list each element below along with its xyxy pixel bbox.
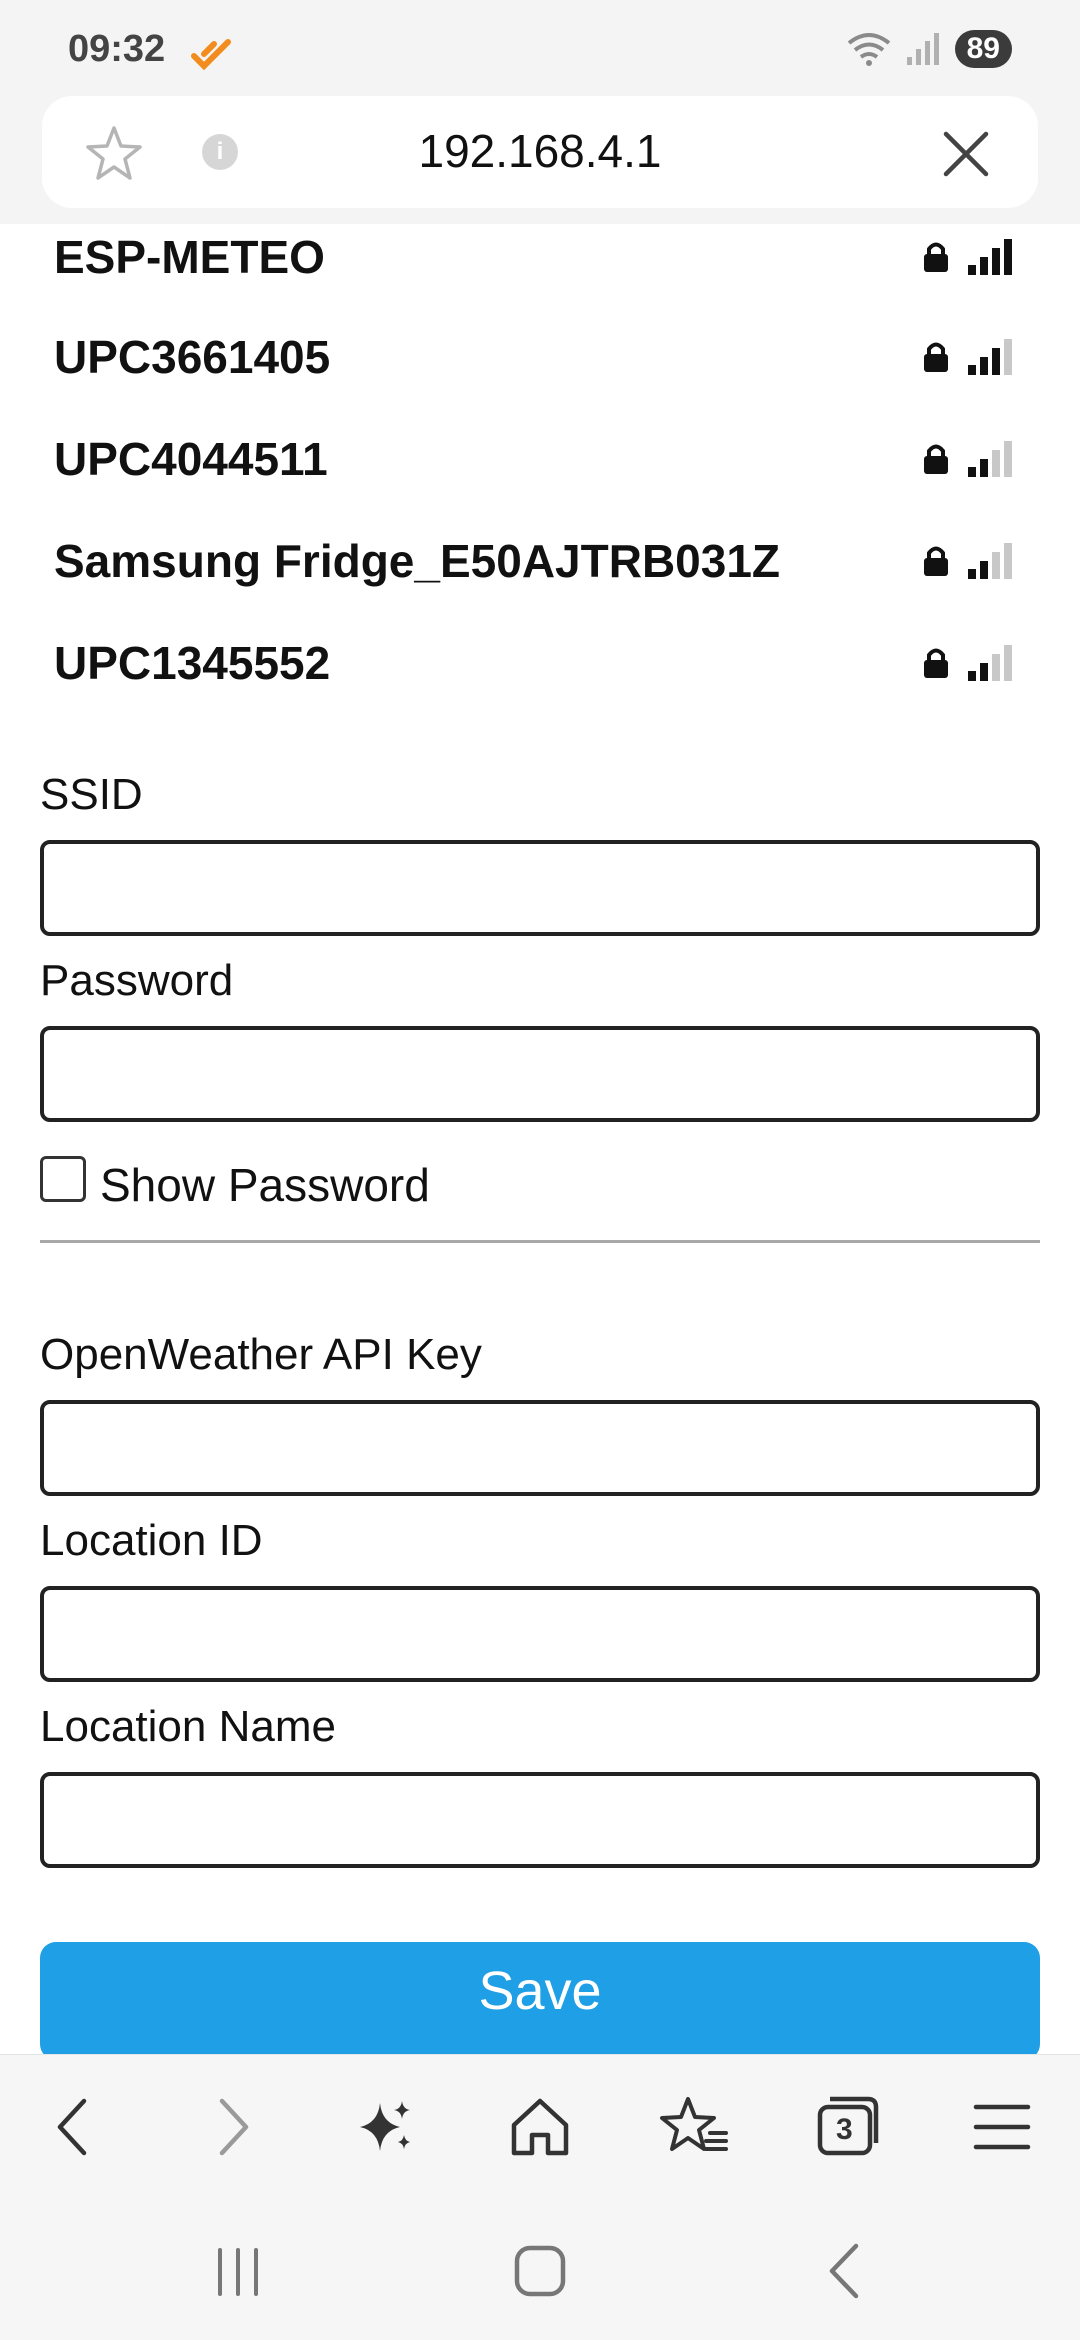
network-row[interactable]: UPC4044511 xyxy=(54,414,1014,504)
ssid-label: SSID xyxy=(40,770,143,819)
status-time: 09:32 xyxy=(68,28,166,70)
signal-icon xyxy=(906,33,939,65)
back-icon[interactable] xyxy=(804,2236,884,2306)
network-ssid: Samsung Fridge_E50AJTRB031Z xyxy=(54,535,781,587)
signal-strength-icon xyxy=(968,543,1012,579)
location-id-input[interactable] xyxy=(40,1586,1040,1682)
network-row[interactable]: ESP-METEO xyxy=(54,212,1014,302)
show-password-label[interactable]: Show Password xyxy=(100,1158,430,1212)
location-name-label: Location Name xyxy=(40,1702,336,1751)
tabs-count: 3 xyxy=(836,2113,853,2146)
signal-strength-icon xyxy=(968,441,1012,477)
lock-icon xyxy=(924,342,948,372)
battery-icon: 89 xyxy=(954,30,1012,68)
api-key-input[interactable] xyxy=(40,1400,1040,1496)
ssid-input[interactable] xyxy=(40,840,1040,936)
network-ssid: ESP-METEO xyxy=(54,231,325,283)
location-id-label: Location ID xyxy=(40,1516,263,1565)
network-ssid: UPC3661405 xyxy=(54,331,331,383)
signal-strength-icon xyxy=(968,239,1012,275)
network-ssid: UPC1345552 xyxy=(54,637,331,689)
recents-icon[interactable] xyxy=(198,2236,278,2306)
lock-icon xyxy=(924,444,948,474)
api-key-label: OpenWeather API Key xyxy=(40,1330,482,1379)
menu-icon[interactable] xyxy=(966,2091,1038,2163)
signal-strength-icon xyxy=(968,339,1012,375)
save-button[interactable]: Save xyxy=(40,1942,1040,2060)
system-navigation-bar xyxy=(0,2196,1080,2340)
home-icon[interactable] xyxy=(500,2236,580,2306)
password-input[interactable] xyxy=(40,1026,1040,1122)
browser-toolbar: 3 xyxy=(0,2054,1080,2197)
network-row[interactable]: UPC1345552 xyxy=(54,618,1014,708)
address-bar[interactable]: i 192.168.4.1 xyxy=(42,96,1038,208)
status-bar: 09:32 89 xyxy=(0,0,1080,96)
forward-icon[interactable] xyxy=(196,2091,268,2163)
wifi-icon xyxy=(847,33,890,66)
password-label: Password xyxy=(40,956,234,1005)
lock-icon xyxy=(924,546,948,576)
home-icon[interactable] xyxy=(504,2091,576,2163)
back-icon[interactable] xyxy=(38,2091,110,2163)
address-bar-container: i 192.168.4.1 xyxy=(0,96,1080,224)
bookmarks-icon[interactable] xyxy=(658,2091,730,2163)
tabs-icon[interactable]: 3 xyxy=(812,2091,884,2163)
section-divider xyxy=(40,1240,1040,1243)
network-row[interactable]: Samsung Fridge_E50AJTRB031Z xyxy=(54,516,1014,606)
signal-strength-icon xyxy=(968,645,1012,681)
show-password-checkbox[interactable] xyxy=(40,1156,86,1202)
status-icons: 89 xyxy=(847,30,1012,68)
location-name-input[interactable] xyxy=(40,1772,1040,1868)
network-row[interactable]: UPC3661405 xyxy=(54,312,1014,402)
close-icon[interactable] xyxy=(934,122,998,186)
notification-app-icon xyxy=(191,39,231,71)
lock-icon xyxy=(924,242,948,272)
network-ssid: UPC4044511 xyxy=(54,433,328,485)
sparkle-icon[interactable] xyxy=(350,2091,422,2163)
url-text[interactable]: 192.168.4.1 xyxy=(42,124,1038,178)
lock-icon xyxy=(924,648,948,678)
